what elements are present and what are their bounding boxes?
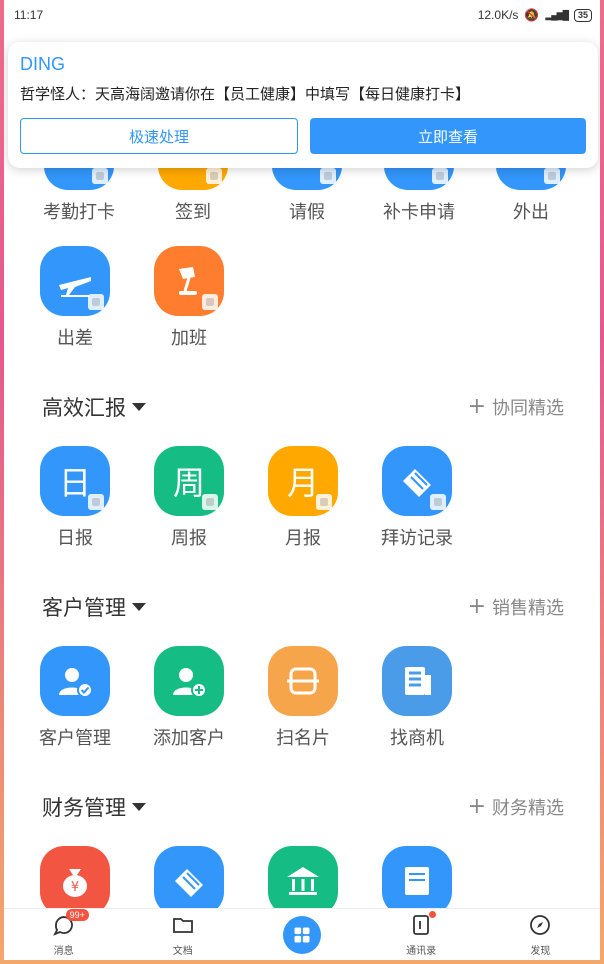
notification-card[interactable]: DING 哲学怪人：天高海阔邀请你在【员工健康】中填写【每日健康打卡】 极速处理… — [8, 42, 598, 168]
notification-dot — [429, 910, 437, 918]
app-daily-report[interactable]: 日 日报 — [18, 446, 132, 550]
status-time: 11:17 — [14, 8, 44, 22]
desk-lamp-icon — [154, 246, 224, 316]
invoice-icon — [382, 846, 452, 916]
notification-title: DING — [20, 54, 65, 74]
section-title-finance[interactable]: 财务管理 — [42, 792, 146, 822]
nav-docs[interactable]: 文档 — [143, 913, 223, 957]
nav-contacts[interactable]: 通讯录 — [381, 910, 461, 957]
add-customer-icon — [154, 646, 224, 716]
app-weekly-report[interactable]: 周 周报 — [132, 446, 246, 550]
bank-icon — [268, 846, 338, 916]
monthly-report-icon: 月 — [268, 446, 338, 516]
app-screen: 11:17 12.0K/s 🔕 ▂▄▆█ 35 考勤打卡 签到 请假 补卡申请 … — [4, 0, 600, 960]
money-bag-icon: ¥ — [40, 846, 110, 916]
app-finance-money[interactable]: ¥ — [18, 846, 132, 916]
building-icon — [382, 646, 452, 716]
app-scan-card[interactable]: 扫名片 — [246, 646, 360, 750]
app-finance-handshake[interactable] — [132, 846, 246, 916]
handshake-icon — [154, 846, 224, 916]
weekly-report-icon: 周 — [154, 446, 224, 516]
app-overtime[interactable]: 加班 — [132, 246, 246, 350]
caret-down-icon — [132, 603, 146, 611]
svg-text:¥: ¥ — [71, 880, 79, 895]
caret-down-icon — [132, 803, 146, 811]
daily-report-icon: 日 — [40, 446, 110, 516]
section-title-customers[interactable]: 客户管理 — [42, 592, 146, 622]
folder-icon — [172, 917, 193, 933]
nav-discover[interactable]: 发现 — [500, 913, 580, 957]
app-monthly-report[interactable]: 月 月报 — [246, 446, 360, 550]
app-finance-invoice[interactable] — [360, 846, 474, 916]
notification-message: 哲学怪人：天高海阔邀请你在【员工健康】中填写【每日健康打卡】 — [20, 85, 471, 103]
nav-workbench[interactable] — [262, 915, 342, 954]
handshake-icon — [382, 446, 452, 516]
app-find-opportunity[interactable]: 找商机 — [360, 646, 474, 750]
network-speed: 12.0K/s — [477, 8, 519, 22]
section-link-finance[interactable]: + 财务精选 — [468, 794, 564, 820]
app-add-customer[interactable]: 添加客户 — [132, 646, 246, 750]
scan-card-icon — [268, 646, 338, 716]
compass-icon — [530, 914, 551, 935]
plus-icon: + — [467, 394, 486, 419]
bottom-nav: 99+ 消息 文档 通讯录 发现 — [4, 908, 600, 960]
airplane-icon — [40, 246, 110, 316]
app-business-trip[interactable]: 出差 — [18, 246, 132, 350]
app-visit-record[interactable]: 拜访记录 — [360, 446, 474, 550]
signal-icon: ▂▄▆█ — [545, 9, 569, 20]
section-link-sales[interactable]: + 销售精选 — [468, 594, 564, 620]
section-link-collab[interactable]: + 协同精选 — [468, 394, 564, 420]
view-now-button[interactable]: 立即查看 — [310, 118, 586, 154]
battery-icon: 35 — [573, 8, 592, 22]
plus-icon: + — [467, 794, 486, 819]
plus-icon: + — [467, 594, 486, 619]
nav-messages[interactable]: 99+ 消息 — [24, 908, 104, 957]
app-finance-bank[interactable] — [246, 846, 360, 916]
messages-badge: 99+ — [65, 908, 89, 921]
customer-check-icon — [40, 646, 110, 716]
mute-icon: 🔕 — [524, 8, 540, 22]
caret-down-icon — [132, 403, 146, 411]
section-title-reports[interactable]: 高效汇报 — [42, 392, 146, 422]
status-bar: 11:17 12.0K/s 🔕 ▂▄▆█ 35 — [4, 0, 600, 30]
quick-handle-button[interactable]: 极速处理 — [20, 118, 298, 154]
grid-icon — [282, 915, 321, 954]
app-customer-management[interactable]: 客户管理 — [18, 646, 132, 750]
